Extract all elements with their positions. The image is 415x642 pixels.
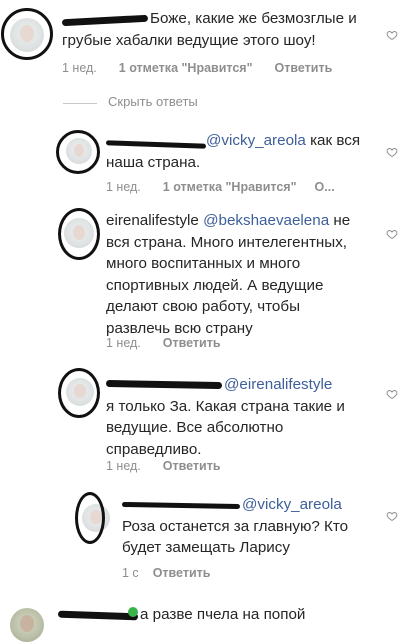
heart-icon[interactable]: [386, 228, 398, 240]
comment-4: @eirenalifestyle я только За. Какая стран…: [0, 362, 415, 480]
comment-text: @eirenalifestyle я только За. Какая стран…: [106, 376, 345, 458]
likes-count[interactable]: 1 отметка "Нравится": [119, 61, 253, 75]
comment-time: 1 нед.: [62, 61, 97, 75]
green-sticker: [128, 607, 138, 617]
circle-annotation: [58, 208, 100, 260]
comment-3: eirenalifestyle @bekshaevaelena не вся с…: [0, 202, 415, 362]
avatar[interactable]: [10, 608, 44, 642]
circle-annotation: [56, 130, 100, 174]
comment-text: а разве пчела на попой: [140, 606, 306, 623]
reply-button[interactable]: Ответить: [163, 459, 221, 473]
circle-annotation: [58, 368, 100, 418]
comment-text: eirenalifestyle @bekshaevaelena не вся с…: [106, 212, 351, 337]
comment-meta: 1 нед. Ответить: [106, 459, 221, 473]
reply-button[interactable]: Ответить: [153, 566, 211, 580]
mention-link[interactable]: @vicky_areola: [242, 496, 342, 513]
mention-link[interactable]: @eirenalifestyle: [224, 376, 332, 393]
heart-icon[interactable]: [386, 388, 398, 400]
comment-text: Боже, какие же безмозглые и грубые хабал…: [62, 10, 357, 49]
comment-time: 1 нед.: [106, 180, 141, 194]
comment-6: а разве пчела на попой: [0, 594, 415, 642]
comment-time: 1 нед.: [106, 336, 141, 350]
heart-icon[interactable]: [386, 29, 398, 41]
comment-meta: 1 нед. Ответить: [106, 336, 221, 350]
circle-annotation: [75, 492, 105, 544]
comment-time: 1 нед.: [106, 459, 141, 473]
circle-annotation: [1, 8, 53, 60]
reply-button[interactable]: О...: [315, 180, 335, 194]
reply-button[interactable]: Ответить: [275, 61, 333, 75]
comment-2: @vicky_areola как вся наша страна. 1 нед…: [0, 120, 415, 200]
comment-5: @vicky_areola Роза останется за главную? …: [0, 484, 415, 594]
comment-username[interactable]: eirenalifestyle: [106, 212, 199, 229]
mention-link[interactable]: @bekshaevaelena: [203, 212, 329, 229]
comment-1: Боже, какие же безмозглые и грубые хабал…: [0, 0, 415, 90]
comment-text: @vicky_areola как вся наша страна.: [106, 132, 361, 171]
heart-icon[interactable]: [386, 146, 398, 158]
likes-count[interactable]: 1 отметка "Нравится": [163, 180, 297, 194]
hide-replies[interactable]: Скрыть ответы: [63, 94, 263, 110]
comment-time: 1 с: [122, 566, 139, 580]
divider-line: [63, 103, 97, 104]
heart-icon[interactable]: [386, 510, 398, 522]
reply-button[interactable]: Ответить: [163, 336, 221, 350]
comment-meta: 1 нед. 1 отметка "Нравится" Ответить: [62, 61, 332, 75]
mention-link[interactable]: @vicky_areola: [206, 132, 306, 149]
comment-text: @vicky_areola Роза останется за главную? …: [122, 496, 349, 556]
hide-replies-label: Скрыть ответы: [108, 94, 198, 109]
comment-meta: 1 с Ответить: [122, 566, 210, 580]
redacted-username: [57, 610, 139, 621]
comment-meta: 1 нед. 1 отметка "Нравится" О...: [106, 180, 335, 194]
